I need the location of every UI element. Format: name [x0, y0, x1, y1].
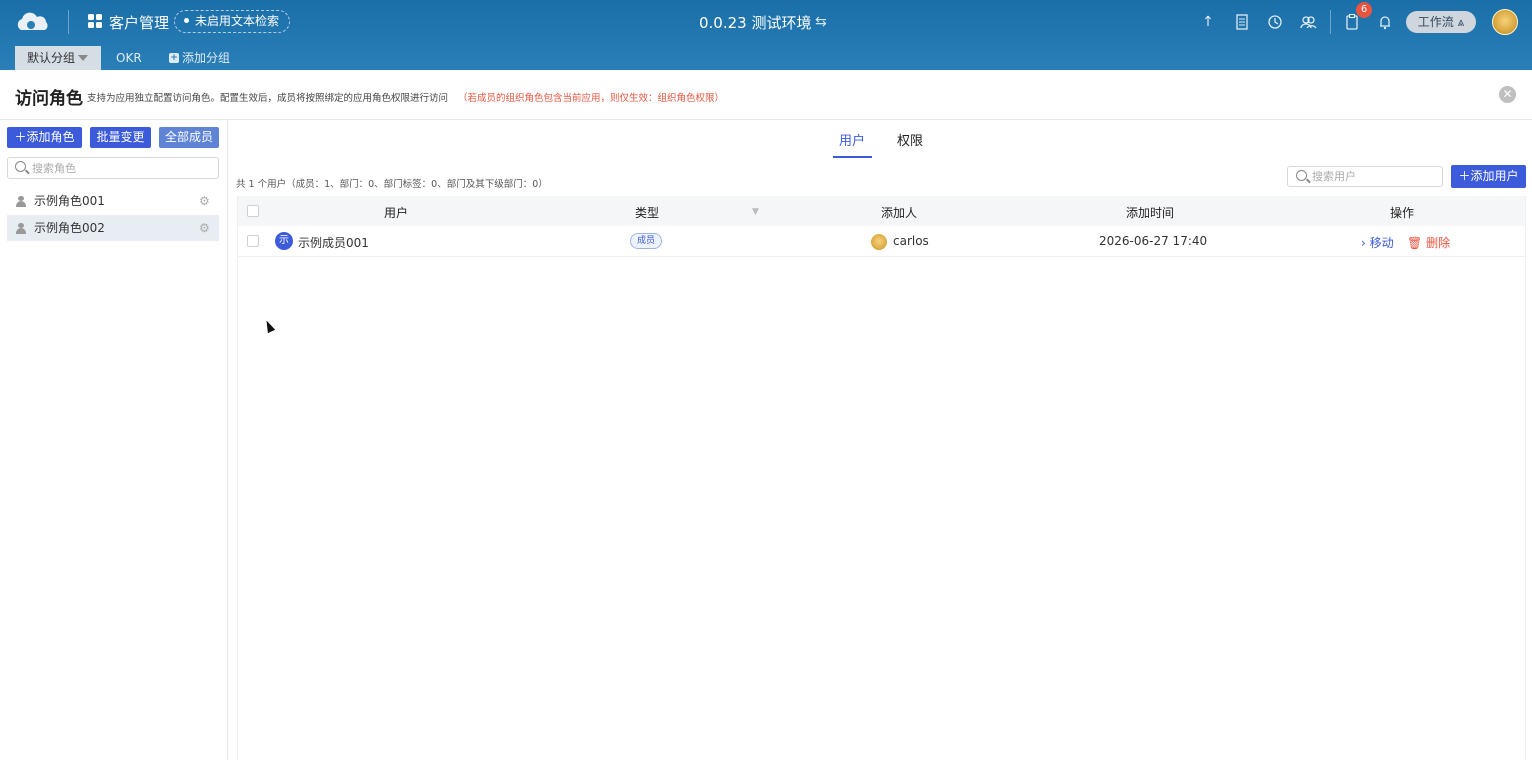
column-header-actions: 操作 — [1390, 206, 1415, 220]
move-button[interactable]: › 移动 — [1361, 234, 1394, 251]
type-tag: 成员 — [630, 233, 662, 249]
page-description: 支持为应用独立配置访问角色。配置生效后，成员将按照绑定的应用角色权限进行访问 — [87, 93, 449, 104]
pin-icon[interactable]: ↑ — [1199, 13, 1217, 31]
page-title: 访问角色 — [15, 89, 83, 109]
document-icon[interactable] — [1233, 13, 1251, 31]
person-icon — [16, 196, 26, 207]
tab-default-group-label: 默认分组 — [27, 51, 76, 65]
row-checkbox[interactable] — [247, 235, 259, 247]
environment-title: 0.0.23 测试环境 — [699, 14, 812, 32]
filter-icon[interactable]: ▼ — [752, 207, 759, 217]
main-content: 用户 权限 共 1 个用户（成员：1、部门：0、部门标签：0、部门及其下级部门：… — [229, 120, 1532, 760]
bell-icon[interactable] — [1376, 13, 1394, 31]
delete-button[interactable]: 🗑 删除 — [1407, 234, 1450, 251]
clock-icon[interactable] — [1266, 13, 1284, 31]
panel-header: 访问角色 支持为应用独立配置访问角色。配置生效后，成员将按照绑定的应用角色权限进… — [0, 70, 1532, 120]
user-summary: 共 1 个用户（成员：1、部门：0、部门标签：0、部门及其下级部门：0） — [236, 179, 548, 190]
column-header-user: 用户 — [384, 206, 409, 220]
batch-change-button[interactable]: 批量变更 — [90, 127, 151, 148]
table-row: 示 示例成员001 成员 carlos 2026-06-27 17:40 › 移… — [238, 226, 1525, 257]
chevron-right-icon: › — [1361, 236, 1366, 250]
role-item[interactable]: 示例角色001 ⚙ — [7, 188, 219, 214]
move-label: 移动 — [1369, 236, 1394, 250]
add-user-label: 添加用户 — [1470, 169, 1519, 183]
column-header-type: 类型 — [635, 206, 660, 220]
search-icon — [15, 161, 26, 172]
add-group-label: 添加分组 — [182, 51, 231, 65]
table-header: 用户 类型 ▼ 添加人 添加时间 操作 — [238, 196, 1525, 226]
close-icon[interactable]: ✕ — [1499, 86, 1516, 103]
column-header-time: 添加时间 — [1126, 206, 1175, 220]
user-avatar[interactable] — [1492, 9, 1518, 35]
plus-icon: ＋ — [1458, 169, 1471, 183]
role-name: 示例角色001 — [34, 194, 105, 208]
caret-down-icon[interactable] — [78, 55, 88, 61]
column-header-adder: 添加人 — [881, 206, 918, 220]
gear-icon[interactable]: ⚙ — [199, 215, 210, 241]
add-group-button[interactable]: + 添加分组 — [169, 46, 230, 70]
swap-icon[interactable]: ⇆ — [815, 14, 827, 30]
role-name: 示例角色002 — [34, 221, 105, 235]
page-warning: （若成员的组织角色包含当前应用，则仅生效：组织角色权限） — [458, 93, 725, 104]
active-tab-indicator — [833, 156, 872, 158]
delete-label: 删除 — [1426, 236, 1451, 250]
user-name: 示例成员001 — [298, 236, 369, 250]
user-search-box — [1287, 166, 1443, 187]
user-search-input[interactable] — [1312, 169, 1437, 184]
grid-icon — [88, 14, 102, 28]
text-search-status-label: 未启用文本检索 — [195, 14, 280, 28]
gear-icon[interactable]: ⚙ — [199, 188, 210, 214]
app-title[interactable]: 客户管理 — [109, 12, 169, 33]
workflow-label: 工作流 — [1417, 15, 1454, 29]
select-all-checkbox[interactable] — [247, 205, 259, 217]
role-search-box — [7, 157, 219, 179]
top-bar-main-row: 客户管理 未启用文本检索 0.0.23 测试环境 ⇆ ↑ 6 工作流 ⩓ — [0, 0, 1532, 44]
divider — [68, 10, 69, 34]
tab-users[interactable]: 用户 — [839, 130, 865, 158]
person-icon — [16, 223, 26, 234]
text-search-status-badge[interactable]: 未启用文本检索 — [174, 10, 291, 33]
plus-icon: ＋ — [14, 130, 27, 144]
divider — [1330, 10, 1331, 34]
status-dot-icon — [184, 18, 189, 23]
adder-avatar — [871, 234, 887, 250]
cloud-logo-icon[interactable] — [13, 10, 53, 34]
role-item-selected[interactable]: 示例角色002 ⚙ — [7, 215, 219, 241]
tab-permissions[interactable]: 权限 — [897, 130, 923, 158]
role-sidebar: ＋添加角色 批量变更 全部成员 示例角色001 ⚙ 示例角色002 ⚙ — [0, 120, 228, 760]
tab-default-group[interactable]: 默认分组 — [15, 46, 101, 70]
add-role-label: 添加角色 — [26, 130, 75, 144]
trash-icon: 🗑 — [1407, 236, 1423, 250]
sitemap-icon: ⩓ — [1457, 15, 1465, 29]
role-search-input[interactable] — [32, 160, 212, 176]
member-avatar: 示 — [275, 232, 293, 250]
top-bar: 客户管理 未启用文本检索 0.0.23 测试环境 ⇆ ↑ 6 工作流 ⩓ 默认分… — [0, 0, 1532, 70]
users-table: 用户 类型 ▼ 添加人 添加时间 操作 示 示例成员001 成员 carlos … — [237, 196, 1526, 760]
added-time: 2026-06-27 17:40 — [1099, 234, 1208, 248]
notification-count-badge: 6 — [1356, 2, 1372, 18]
tab-okr[interactable]: OKR — [116, 46, 142, 70]
all-members-button[interactable]: 全部成员 — [159, 127, 219, 148]
users-icon[interactable] — [1299, 13, 1317, 31]
add-user-button[interactable]: ＋添加用户 — [1451, 165, 1526, 188]
group-tabs-row: 默认分组 OKR + 添加分组 — [0, 44, 1532, 70]
workflow-button[interactable]: 工作流 ⩓ — [1406, 11, 1476, 33]
add-role-button[interactable]: ＋添加角色 — [7, 127, 82, 148]
plus-square-icon: + — [169, 52, 179, 63]
adder-name: carlos — [893, 234, 929, 248]
search-icon — [1296, 170, 1307, 181]
